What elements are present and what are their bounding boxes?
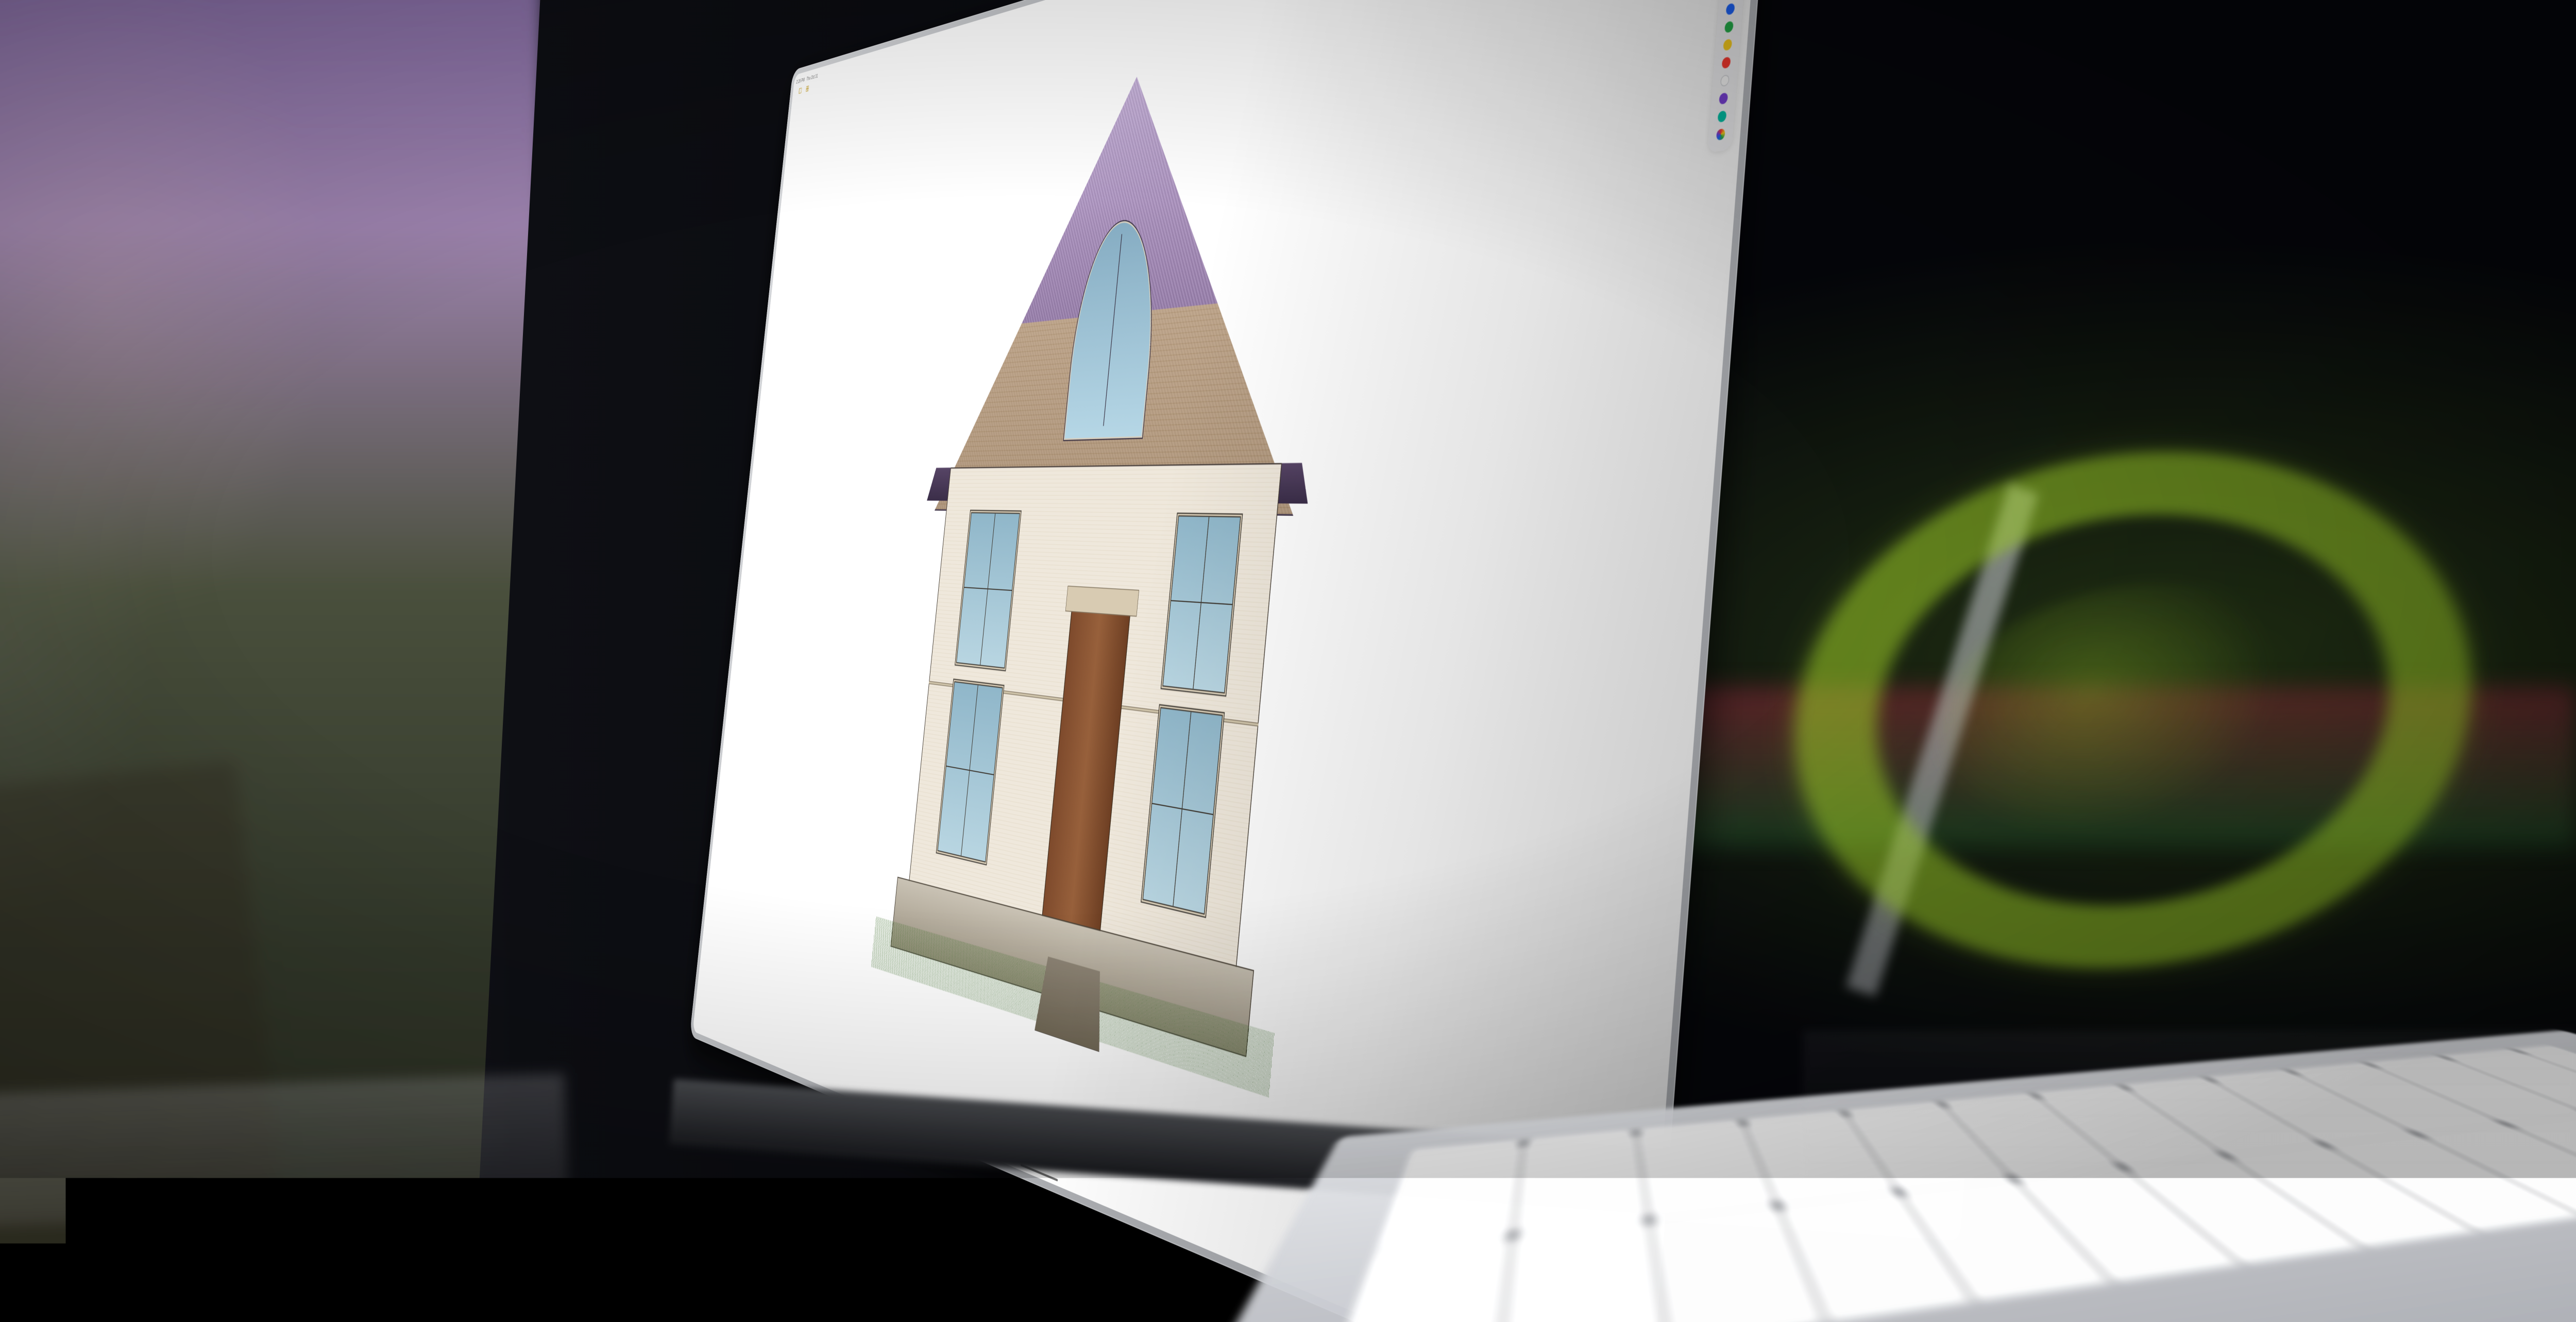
photo-scene: 2:28 PM Thu Oct 31 <box>0 0 2576 1322</box>
house-drawing <box>890 29 1337 1057</box>
color-swatch[interactable] <box>1719 92 1728 105</box>
color-swatch[interactable] <box>1720 74 1730 87</box>
color-swatch[interactable] <box>1726 3 1735 15</box>
add-color-icon[interactable] <box>1716 128 1725 141</box>
color-swatch[interactable] <box>1724 21 1734 33</box>
sidebar-toggle-icon[interactable] <box>798 87 802 95</box>
checklist-icon[interactable] <box>1127 0 1133 2</box>
desk-reflection <box>1803 1031 2576 1322</box>
background-monitor-stand <box>0 1073 569 1227</box>
color-swatch[interactable] <box>1723 39 1732 52</box>
color-swatch[interactable] <box>1722 57 1731 69</box>
color-swatch[interactable] <box>1717 110 1726 123</box>
view-mode-icon[interactable] <box>805 84 809 93</box>
